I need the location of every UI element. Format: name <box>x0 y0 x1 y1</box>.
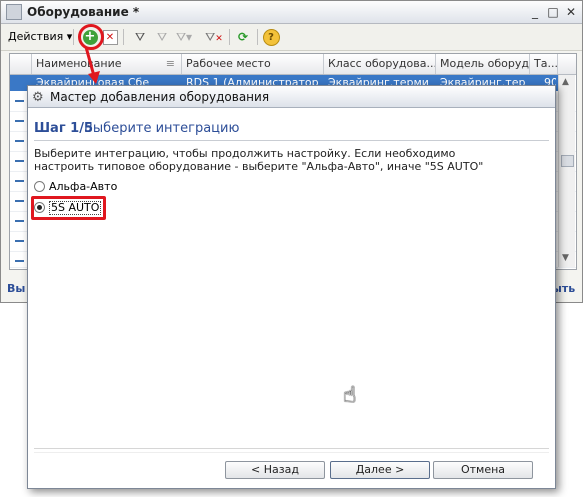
close-icon[interactable]: ✕ <box>564 5 578 19</box>
dialog-titlebar[interactable]: ⚙ Мастер добавления оборудования <box>28 86 555 108</box>
hand-cursor-icon: ☝ <box>343 383 357 408</box>
row-marker-icon <box>15 200 24 202</box>
column-header-model[interactable]: Модель оборуд... <box>436 54 530 74</box>
window-app-icon <box>6 4 22 20</box>
filter-settings-button[interactable]: ⛛ <box>131 28 149 46</box>
toolbar-separator <box>123 29 124 45</box>
maximize-icon[interactable]: □ <box>546 5 560 19</box>
table-header: Наименование ≡ Рабочее место Класс обору… <box>10 54 576 75</box>
row-marker-icon <box>15 100 24 102</box>
toolbar-separator <box>229 29 230 45</box>
step-title: Выберите интеграцию <box>84 121 240 136</box>
next-button[interactable]: Далее > <box>330 461 430 479</box>
row-marker-icon <box>15 220 24 222</box>
actions-menu[interactable]: Действия ▾ <box>8 30 72 43</box>
scroll-down-icon[interactable]: ▼ <box>562 253 569 263</box>
refresh-button[interactable]: ⟳ <box>234 28 252 46</box>
column-header-label: Та... <box>534 57 558 70</box>
divider <box>34 448 549 449</box>
filter-history-button[interactable]: ⛛▾ <box>175 28 193 46</box>
column-header-label: Модель оборуд... <box>440 57 530 70</box>
option-highlight <box>31 196 106 220</box>
row-marker-icon <box>15 120 24 122</box>
window-titlebar[interactable]: Оборудование * _ □ ✕ <box>1 1 582 24</box>
actions-menu-label: Действия <box>8 30 64 43</box>
clear-filter-button[interactable]: ⛛✕ <box>205 28 223 46</box>
filter-settings-icon: ⛛ <box>134 29 146 44</box>
divider <box>34 140 549 141</box>
table-scrollbar[interactable]: ▲ ▼ <box>558 75 575 267</box>
column-header-last[interactable]: Та... <box>530 54 558 74</box>
equipment-wizard-dialog: ⚙ Мастер добавления оборудования Шаг 1/5… <box>27 85 556 489</box>
row-marker-icon <box>15 240 24 242</box>
instruction-text: Выберите интеграцию, чтобы продолжить на… <box>34 147 484 173</box>
column-header-label: Рабочее место <box>186 57 271 70</box>
column-header-label: Класс оборудова... <box>328 57 436 70</box>
filter-history-icon: ⛛▾ <box>175 29 193 44</box>
filter-by-value-button[interactable]: ⛛ <box>153 28 171 46</box>
add-button-highlight <box>78 24 104 50</box>
row-marker-icon <box>15 160 24 162</box>
clear-filter-icon: ⛛✕ <box>205 29 223 44</box>
scroll-thumb[interactable] <box>561 155 574 167</box>
select-link[interactable]: Вы <box>7 282 25 295</box>
row-marker-icon <box>15 260 24 262</box>
row-marker-icon <box>15 140 24 142</box>
cancel-button[interactable]: Отмена <box>433 461 533 479</box>
toolbar-separator <box>257 29 258 45</box>
filter-icon: ⛛ <box>156 29 168 44</box>
dropdown-arrow-icon: ▾ <box>66 30 73 43</box>
divider <box>34 452 549 453</box>
help-button[interactable]: ? <box>262 28 280 46</box>
column-header-workplace[interactable]: Рабочее место <box>182 54 324 74</box>
scroll-up-icon[interactable]: ▲ <box>562 77 569 87</box>
column-header-marker[interactable] <box>10 54 32 74</box>
refresh-icon: ⟳ <box>237 30 249 44</box>
help-icon: ? <box>262 28 280 46</box>
column-header-class[interactable]: Класс оборудова... <box>324 54 436 74</box>
column-header-label: Наименование <box>36 57 122 70</box>
window-title: Оборудование * <box>27 5 140 19</box>
option-alfa-auto[interactable]: Альфа-Авто <box>28 179 168 195</box>
minimize-icon[interactable]: _ <box>528 5 542 19</box>
gear-icon: ⚙ <box>32 90 44 105</box>
toolbar-separator <box>73 29 74 45</box>
row-marker-icon <box>15 180 24 182</box>
option-label: Альфа-Авто <box>49 180 118 193</box>
column-header-name[interactable]: Наименование ≡ <box>32 54 182 74</box>
delete-icon: ✕ <box>102 29 118 45</box>
radio-button[interactable] <box>34 181 45 192</box>
back-button[interactable]: < Назад <box>225 461 325 479</box>
dialog-title: Мастер добавления оборудования <box>50 90 270 104</box>
sort-icon: ≡ <box>165 57 175 70</box>
